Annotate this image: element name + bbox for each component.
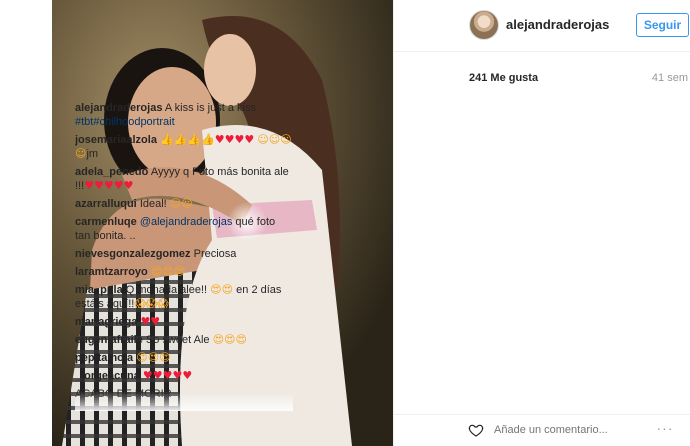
- comment-username[interactable]: mariagriega: [75, 316, 137, 328]
- comment-item: laramtzarroyo 😍😍😍: [75, 265, 293, 279]
- comment-text: Preciosa: [193, 248, 237, 260]
- comment-item: azarralluqui Ideal! ☺☺: [75, 197, 293, 211]
- comment-item: _jorgeacuna ♥♥♥♥♥: [75, 369, 293, 383]
- more-options-icon[interactable]: ···: [651, 421, 679, 438]
- add-comment-input[interactable]: [494, 421, 644, 439]
- like-count[interactable]: 241 Me gusta: [469, 72, 538, 84]
- comment-item: carmenluqe @alejandraderojas qué foto ta…: [75, 215, 293, 243]
- thumbs-up-emoji-icon: 👍👍👍👍: [160, 133, 215, 146]
- heart-eyes-emoji-icon: 😍😍: [210, 283, 234, 296]
- page-margin: [0, 0, 52, 446]
- comment-item: pepitamola 😍😍😍: [75, 351, 293, 365]
- heart-emoji-icon: ♥♥♥♥♥: [142, 369, 193, 382]
- comment-username[interactable]: carmenluqe: [75, 216, 137, 228]
- comment-username[interactable]: eugeniafraile: [75, 334, 143, 346]
- comment-username[interactable]: nievesgonzalezgomez: [75, 248, 191, 260]
- heart-emoji-icon: ♥♥♥♥: [214, 133, 255, 146]
- comment-text: Ideal!: [139, 198, 167, 210]
- comment-item: mia_ppla Q monada alee!! 😍😍 en 2 días es…: [75, 283, 293, 311]
- likes-row: 241 Me gusta 41 sem: [469, 72, 688, 86]
- caption-username[interactable]: alejandraderojas: [75, 102, 162, 114]
- comment-item: adela_penedo Ayyyy q Foto más bonita ale…: [75, 165, 293, 193]
- comment-list-fade: [75, 393, 293, 411]
- comment-text: jm: [86, 148, 99, 160]
- comment-item: josemariaalzola 👍👍👍👍♥♥♥♥ ☺☺☺☺jm: [75, 133, 293, 161]
- heart-emoji-icon: ♥♥: [140, 315, 161, 328]
- heart-eyes-emoji-icon: 😍😍😍: [212, 333, 247, 346]
- comment-item: eugeniafraile So sweet Ale 😍😍😍: [75, 333, 293, 347]
- caption: alejandraderojas A kiss is just a kiss #…: [75, 101, 293, 129]
- comment-username[interactable]: laramtzarroyo: [75, 266, 148, 278]
- heart-eyes-emoji-icon: 😍😍😍: [150, 265, 186, 278]
- scream-emoji-icon: 😱😱😱: [134, 297, 169, 310]
- comment-username[interactable]: mia_ppla: [75, 284, 123, 296]
- kiss-face-emoji-icon: ☺☺: [169, 197, 193, 210]
- follow-button[interactable]: Seguir: [636, 13, 689, 37]
- comment-text: So sweet Ale: [145, 334, 210, 346]
- heart-eyes-emoji-icon: 😍😍😍: [136, 351, 171, 364]
- post-header: alejandraderojas Seguir: [394, 0, 690, 52]
- heart-emoji-icon: ♥♥♥♥♥: [84, 179, 134, 192]
- comment-username[interactable]: josemariaalzola: [75, 134, 157, 146]
- comment-username[interactable]: pepitamola: [75, 352, 133, 364]
- comment-list: alejandraderojas A kiss is just a kiss #…: [75, 101, 293, 411]
- post-side-panel: alejandraderojas Seguir 241 Me gusta 41 …: [393, 0, 690, 446]
- caption-text: A kiss is just a kiss: [164, 102, 256, 114]
- comment-username[interactable]: _jorgeacuna: [75, 370, 140, 382]
- post-footer: ···: [393, 414, 690, 446]
- post-author-username[interactable]: alejandraderojas: [506, 17, 609, 32]
- comment-username[interactable]: azarralluqui: [75, 198, 137, 210]
- comment-username[interactable]: adela_penedo: [75, 166, 148, 178]
- comment-mention[interactable]: @alejandraderojas: [140, 216, 233, 228]
- heart-icon[interactable]: [468, 422, 484, 438]
- avatar[interactable]: [469, 10, 499, 40]
- post-timestamp[interactable]: 41 sem: [652, 72, 688, 84]
- caption-hashtags[interactable]: #tbt#chilhoodportrait: [75, 116, 175, 128]
- comment-item: mariagriega ♥♥: [75, 315, 293, 329]
- comment-item: nievesgonzalezgomez Preciosa: [75, 247, 293, 261]
- comment-text: Q monada alee!!: [125, 284, 208, 296]
